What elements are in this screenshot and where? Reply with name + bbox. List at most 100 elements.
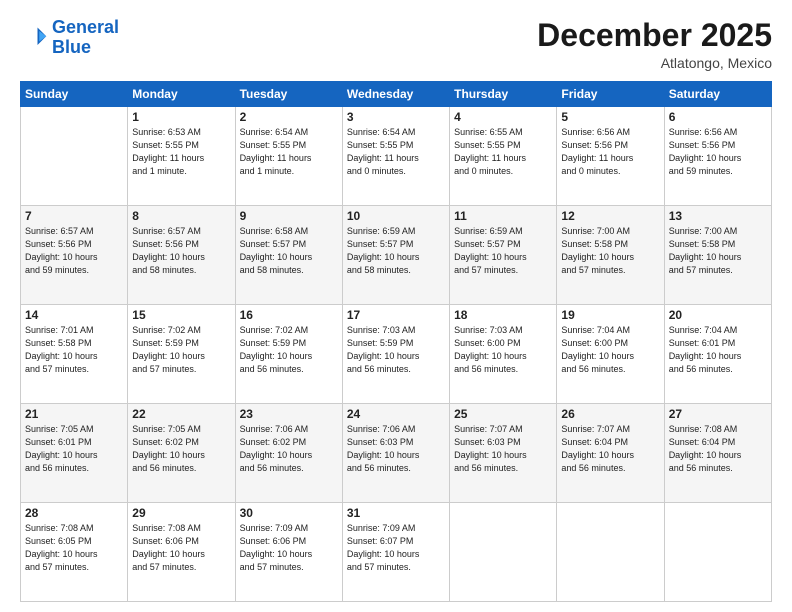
logo-icon [20, 24, 48, 52]
logo-text: General Blue [52, 18, 119, 58]
day-number: 21 [25, 407, 123, 421]
day-number: 24 [347, 407, 445, 421]
calendar-cell: 16 Sunrise: 7:02 AM Sunset: 5:59 PM Dayli… [235, 305, 342, 404]
day-number: 27 [669, 407, 767, 421]
day-number: 10 [347, 209, 445, 223]
cell-info: Sunrise: 7:06 AM Sunset: 6:02 PM Dayligh… [240, 423, 338, 475]
day-number: 19 [561, 308, 659, 322]
calendar-cell: 27 Sunrise: 7:08 AM Sunset: 6:04 PM Dayli… [664, 404, 771, 503]
day-number: 18 [454, 308, 552, 322]
calendar-cell: 25Sunrise: 7:07 AM Sunset: 6:03 PM Dayli… [450, 404, 557, 503]
cell-info: Sunrise: 6:58 AM Sunset: 5:57 PM Dayligh… [240, 225, 338, 277]
cell-info: Sunrise: 7:01 AM Sunset: 5:58 PM Dayligh… [25, 324, 123, 376]
calendar-cell: 23 Sunrise: 7:06 AM Sunset: 6:02 PM Dayli… [235, 404, 342, 503]
cell-info: Sunrise: 7:02 AM Sunset: 5:59 PM Dayligh… [240, 324, 338, 376]
day-number: 9 [240, 209, 338, 223]
week-row-1: 1 Sunrise: 6:53 AM Sunset: 5:55 PM Daylig… [21, 107, 772, 206]
cell-info: Sunrise: 6:54 AM Sunset: 5:55 PM Dayligh… [240, 126, 338, 178]
calendar-cell: 15Sunrise: 7:02 AM Sunset: 5:59 PM Dayli… [128, 305, 235, 404]
calendar-cell: 29 Sunrise: 7:08 AM Sunset: 6:06 PM Dayli… [128, 503, 235, 602]
calendar-cell: 14 Sunrise: 7:01 AM Sunset: 5:58 PM Dayli… [21, 305, 128, 404]
calendar-cell: 3Sunrise: 6:54 AM Sunset: 5:55 PM Daylig… [342, 107, 449, 206]
calendar-cell: 30 Sunrise: 7:09 AM Sunset: 6:06 PM Dayli… [235, 503, 342, 602]
day-number: 1 [132, 110, 230, 124]
cell-info: Sunrise: 6:53 AM Sunset: 5:55 PM Dayligh… [132, 126, 230, 178]
cell-info: Sunrise: 6:57 AM Sunset: 5:56 PM Dayligh… [25, 225, 123, 277]
calendar-cell: 7Sunrise: 6:57 AM Sunset: 5:56 PM Daylig… [21, 206, 128, 305]
cell-info: Sunrise: 6:56 AM Sunset: 5:56 PM Dayligh… [669, 126, 767, 178]
calendar-header-row: SundayMondayTuesdayWednesdayThursdayFrid… [21, 82, 772, 107]
cell-info: Sunrise: 7:06 AM Sunset: 6:03 PM Dayligh… [347, 423, 445, 475]
calendar-cell: 8 Sunrise: 6:57 AM Sunset: 5:56 PM Daylig… [128, 206, 235, 305]
cell-info: Sunrise: 7:05 AM Sunset: 6:02 PM Dayligh… [132, 423, 230, 475]
calendar-cell [664, 503, 771, 602]
day-number: 5 [561, 110, 659, 124]
day-number: 22 [132, 407, 230, 421]
day-number: 6 [669, 110, 767, 124]
calendar-cell: 26 Sunrise: 7:07 AM Sunset: 6:04 PM Dayli… [557, 404, 664, 503]
calendar-header-friday: Friday [557, 82, 664, 107]
week-row-4: 21 Sunrise: 7:05 AM Sunset: 6:01 PM Dayli… [21, 404, 772, 503]
cell-info: Sunrise: 7:03 AM Sunset: 6:00 PM Dayligh… [454, 324, 552, 376]
calendar-cell: 17Sunrise: 7:03 AM Sunset: 5:59 PM Dayli… [342, 305, 449, 404]
calendar-cell: 12 Sunrise: 7:00 AM Sunset: 5:58 PM Dayli… [557, 206, 664, 305]
day-number: 12 [561, 209, 659, 223]
cell-info: Sunrise: 7:07 AM Sunset: 6:03 PM Dayligh… [454, 423, 552, 475]
calendar-cell [21, 107, 128, 206]
header: General Blue December 2025 Atlatongo, Me… [20, 18, 772, 71]
day-number: 4 [454, 110, 552, 124]
calendar-cell: 24 Sunrise: 7:06 AM Sunset: 6:03 PM Dayli… [342, 404, 449, 503]
calendar-cell: 11Sunrise: 6:59 AM Sunset: 5:57 PM Dayli… [450, 206, 557, 305]
cell-info: Sunrise: 7:07 AM Sunset: 6:04 PM Dayligh… [561, 423, 659, 475]
day-number: 30 [240, 506, 338, 520]
calendar-cell: 18 Sunrise: 7:03 AM Sunset: 6:00 PM Dayli… [450, 305, 557, 404]
day-number: 28 [25, 506, 123, 520]
day-number: 23 [240, 407, 338, 421]
calendar-header-wednesday: Wednesday [342, 82, 449, 107]
week-row-5: 28 Sunrise: 7:08 AM Sunset: 6:05 PM Dayli… [21, 503, 772, 602]
cell-info: Sunrise: 7:04 AM Sunset: 6:01 PM Dayligh… [669, 324, 767, 376]
calendar-header-sunday: Sunday [21, 82, 128, 107]
calendar-cell: 6 Sunrise: 6:56 AM Sunset: 5:56 PM Daylig… [664, 107, 771, 206]
page: General Blue December 2025 Atlatongo, Me… [0, 0, 792, 612]
day-number: 8 [132, 209, 230, 223]
day-number: 16 [240, 308, 338, 322]
day-number: 2 [240, 110, 338, 124]
calendar-header-saturday: Saturday [664, 82, 771, 107]
calendar-cell [557, 503, 664, 602]
cell-info: Sunrise: 6:57 AM Sunset: 5:56 PM Dayligh… [132, 225, 230, 277]
day-number: 15 [132, 308, 230, 322]
week-row-3: 14 Sunrise: 7:01 AM Sunset: 5:58 PM Dayli… [21, 305, 772, 404]
cell-info: Sunrise: 7:08 AM Sunset: 6:04 PM Dayligh… [669, 423, 767, 475]
day-number: 29 [132, 506, 230, 520]
day-number: 14 [25, 308, 123, 322]
cell-info: Sunrise: 7:09 AM Sunset: 6:06 PM Dayligh… [240, 522, 338, 574]
cell-info: Sunrise: 7:09 AM Sunset: 6:07 PM Dayligh… [347, 522, 445, 574]
cell-info: Sunrise: 7:05 AM Sunset: 6:01 PM Dayligh… [25, 423, 123, 475]
calendar-cell: 9 Sunrise: 6:58 AM Sunset: 5:57 PM Daylig… [235, 206, 342, 305]
calendar-cell: 4Sunrise: 6:55 AM Sunset: 5:55 PM Daylig… [450, 107, 557, 206]
calendar-cell: 5 Sunrise: 6:56 AM Sunset: 5:56 PM Daylig… [557, 107, 664, 206]
cell-info: Sunrise: 7:00 AM Sunset: 5:58 PM Dayligh… [669, 225, 767, 277]
calendar-cell: 13 Sunrise: 7:00 AM Sunset: 5:58 PM Dayli… [664, 206, 771, 305]
calendar-cell: 28 Sunrise: 7:08 AM Sunset: 6:05 PM Dayli… [21, 503, 128, 602]
day-number: 13 [669, 209, 767, 223]
calendar-cell: 10 Sunrise: 6:59 AM Sunset: 5:57 PM Dayli… [342, 206, 449, 305]
day-number: 20 [669, 308, 767, 322]
calendar-cell: 2 Sunrise: 6:54 AM Sunset: 5:55 PM Daylig… [235, 107, 342, 206]
calendar-table: SundayMondayTuesdayWednesdayThursdayFrid… [20, 81, 772, 602]
day-number: 26 [561, 407, 659, 421]
cell-info: Sunrise: 6:59 AM Sunset: 5:57 PM Dayligh… [347, 225, 445, 277]
calendar-cell [450, 503, 557, 602]
cell-info: Sunrise: 7:08 AM Sunset: 6:05 PM Dayligh… [25, 522, 123, 574]
calendar-cell: 21 Sunrise: 7:05 AM Sunset: 6:01 PM Dayli… [21, 404, 128, 503]
week-row-2: 7Sunrise: 6:57 AM Sunset: 5:56 PM Daylig… [21, 206, 772, 305]
day-number: 31 [347, 506, 445, 520]
cell-info: Sunrise: 6:56 AM Sunset: 5:56 PM Dayligh… [561, 126, 659, 178]
month-title: December 2025 [537, 18, 772, 53]
day-number: 11 [454, 209, 552, 223]
calendar-cell: 19Sunrise: 7:04 AM Sunset: 6:00 PM Dayli… [557, 305, 664, 404]
calendar-cell: 22 Sunrise: 7:05 AM Sunset: 6:02 PM Dayli… [128, 404, 235, 503]
cell-info: Sunrise: 7:00 AM Sunset: 5:58 PM Dayligh… [561, 225, 659, 277]
cell-info: Sunrise: 7:08 AM Sunset: 6:06 PM Dayligh… [132, 522, 230, 574]
